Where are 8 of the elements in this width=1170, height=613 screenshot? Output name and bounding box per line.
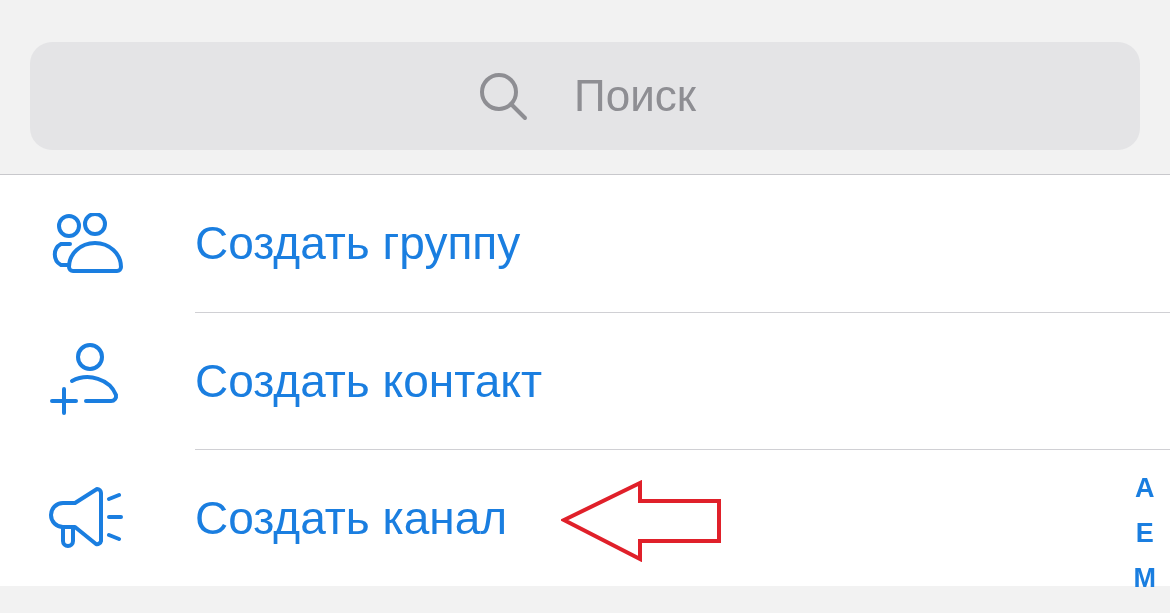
search-icon [478, 71, 528, 121]
action-item[interactable]: Создать контакт [195, 346, 543, 416]
search-field[interactable]: Поиск [30, 42, 1140, 150]
action-item[interactable]: Создать группу [195, 209, 521, 278]
index-letter[interactable]: A [1135, 466, 1155, 511]
index-letter[interactable]: E [1135, 511, 1154, 556]
action-item[interactable]: Создать канал [195, 483, 508, 553]
index-letter[interactable]: M [1133, 556, 1156, 601]
